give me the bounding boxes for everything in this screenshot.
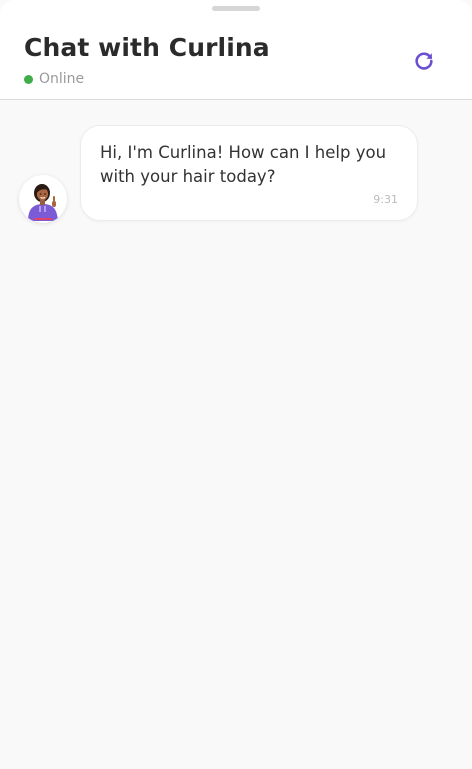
refresh-icon: [415, 52, 433, 70]
message-bubble: Hi, I'm Curlina! How can I help you with…: [80, 125, 418, 221]
assistant-avatar-icon: [28, 184, 58, 221]
drag-handle[interactable]: [212, 6, 260, 11]
chat-header: Chat with Curlina Online: [0, 0, 472, 100]
status-indicator: Online: [24, 70, 84, 88]
chat-sheet: Chat with Curlina Online Hi, I'm Curlina…: [0, 0, 472, 769]
page-title: Chat with Curlina: [24, 33, 270, 62]
online-dot-icon: [24, 74, 33, 84]
message-timestamp: 9:31: [373, 193, 398, 206]
refresh-button[interactable]: [410, 47, 438, 75]
assistant-avatar: [19, 175, 67, 223]
message-text: Hi, I'm Curlina! How can I help you with…: [100, 143, 387, 186]
status-text: Online: [39, 71, 85, 87]
